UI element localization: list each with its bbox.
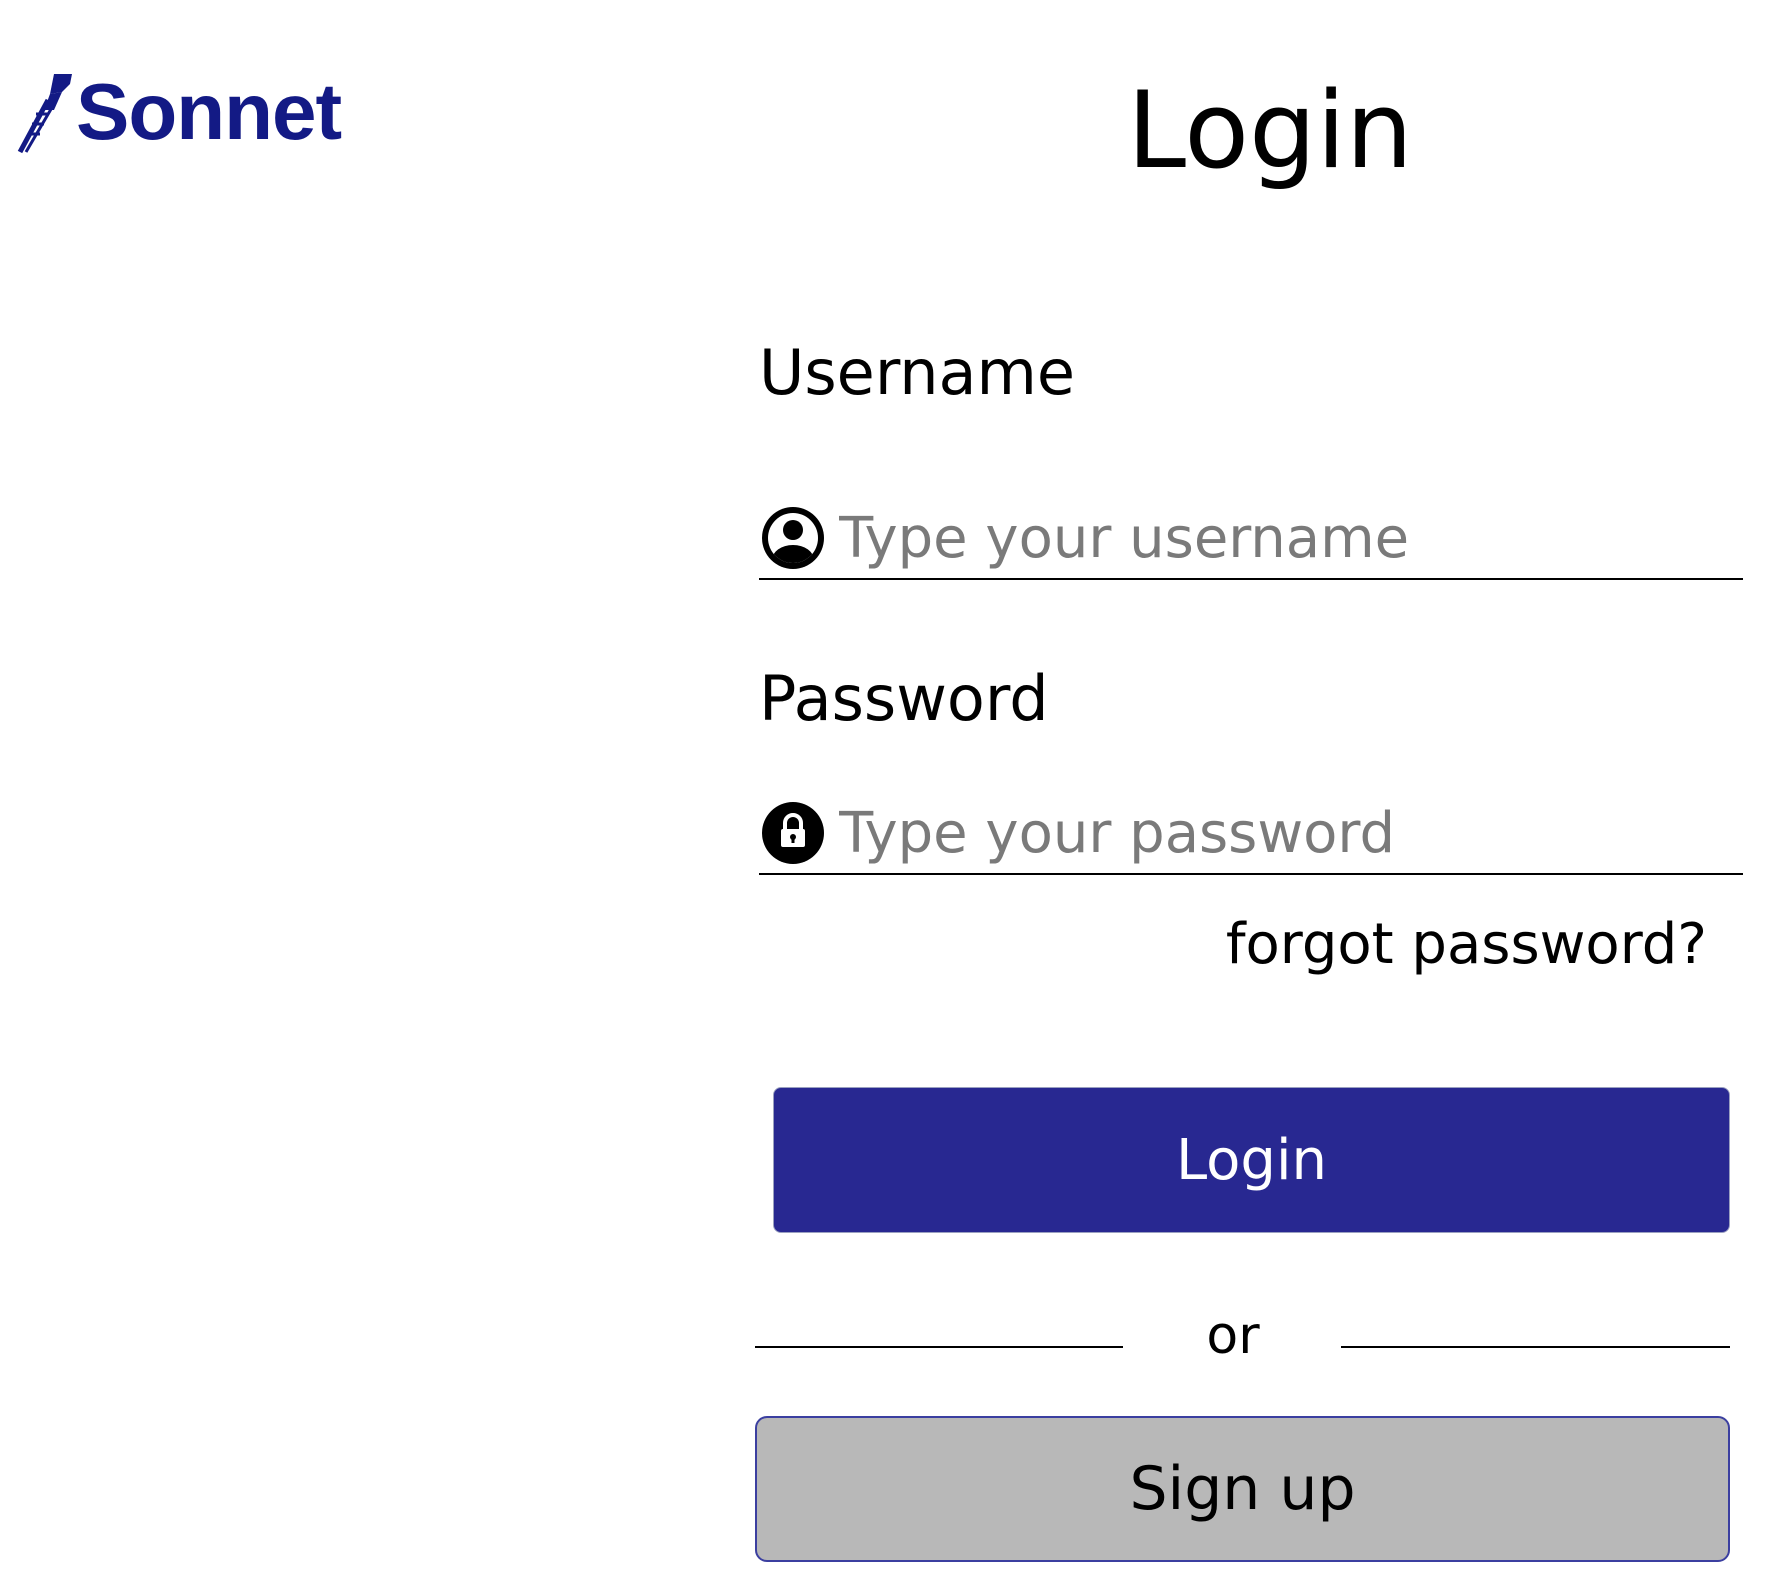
signup-button[interactable]: Sign up xyxy=(755,1416,1730,1562)
username-input[interactable] xyxy=(839,505,1719,571)
login-button[interactable]: Login xyxy=(773,1087,1730,1233)
quill-pen-icon xyxy=(17,74,72,154)
lock-circle-icon xyxy=(762,802,824,864)
password-input[interactable] xyxy=(839,800,1719,866)
forgot-password-link[interactable]: forgot password? xyxy=(1226,917,1707,973)
divider-text: or xyxy=(1206,1306,1260,1366)
brand-logo: Sonnet xyxy=(14,62,342,162)
divider-line-left xyxy=(755,1346,1123,1348)
user-circle-icon xyxy=(762,507,824,569)
password-field[interactable] xyxy=(759,793,1743,875)
brand-name: Sonnet xyxy=(76,67,342,156)
page-title: Login xyxy=(1127,69,1413,192)
username-label: Username xyxy=(759,336,1076,409)
divider-line-right xyxy=(1341,1346,1730,1348)
or-divider: or xyxy=(755,1310,1730,1380)
username-field[interactable] xyxy=(759,498,1743,580)
password-label: Password xyxy=(759,662,1049,735)
